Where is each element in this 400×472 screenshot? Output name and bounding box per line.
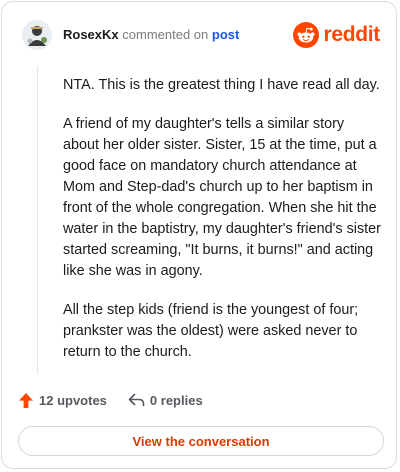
thread-line (37, 66, 38, 374)
reddit-logo[interactable]: reddit (293, 22, 380, 48)
reply-count: 0 replies (149, 392, 203, 408)
reddit-wordmark: reddit (323, 23, 380, 46)
view-conversation-button[interactable]: View the conversation (18, 426, 384, 456)
comment-paragraph: All the step kids (friend is the younges… (63, 302, 359, 360)
avatar-icon (22, 20, 52, 50)
comment-meta: RosexKx commented on post (63, 27, 239, 42)
username-link[interactable]: RosexKx (63, 27, 119, 42)
reddit-snoo-icon (293, 22, 320, 48)
post-link[interactable]: post (212, 27, 239, 42)
commented-on-text: commented on (122, 27, 209, 42)
upvote-button[interactable]: 12 upvotes (18, 392, 107, 409)
comment-paragraph: NTA. This is the greatest thing I have r… (63, 77, 380, 93)
upvote-count: 12 upvotes (39, 392, 107, 408)
comment-body: NTA. This is the greatest thing I have r… (63, 75, 381, 381)
comment-actions: 12 upvotes 0 replies (18, 390, 203, 410)
avatar[interactable] (22, 20, 52, 50)
replies-button[interactable]: 0 replies (128, 393, 203, 408)
comment-header: RosexKx commented on post reddit (22, 20, 380, 52)
comment-embed-card: RosexKx commented on post reddit NTA. Th… (1, 1, 397, 469)
reply-arrow-icon (128, 393, 145, 407)
comment-paragraph: A friend of my daughter's tells a simila… (63, 116, 381, 279)
upvote-arrow-icon (19, 392, 33, 408)
